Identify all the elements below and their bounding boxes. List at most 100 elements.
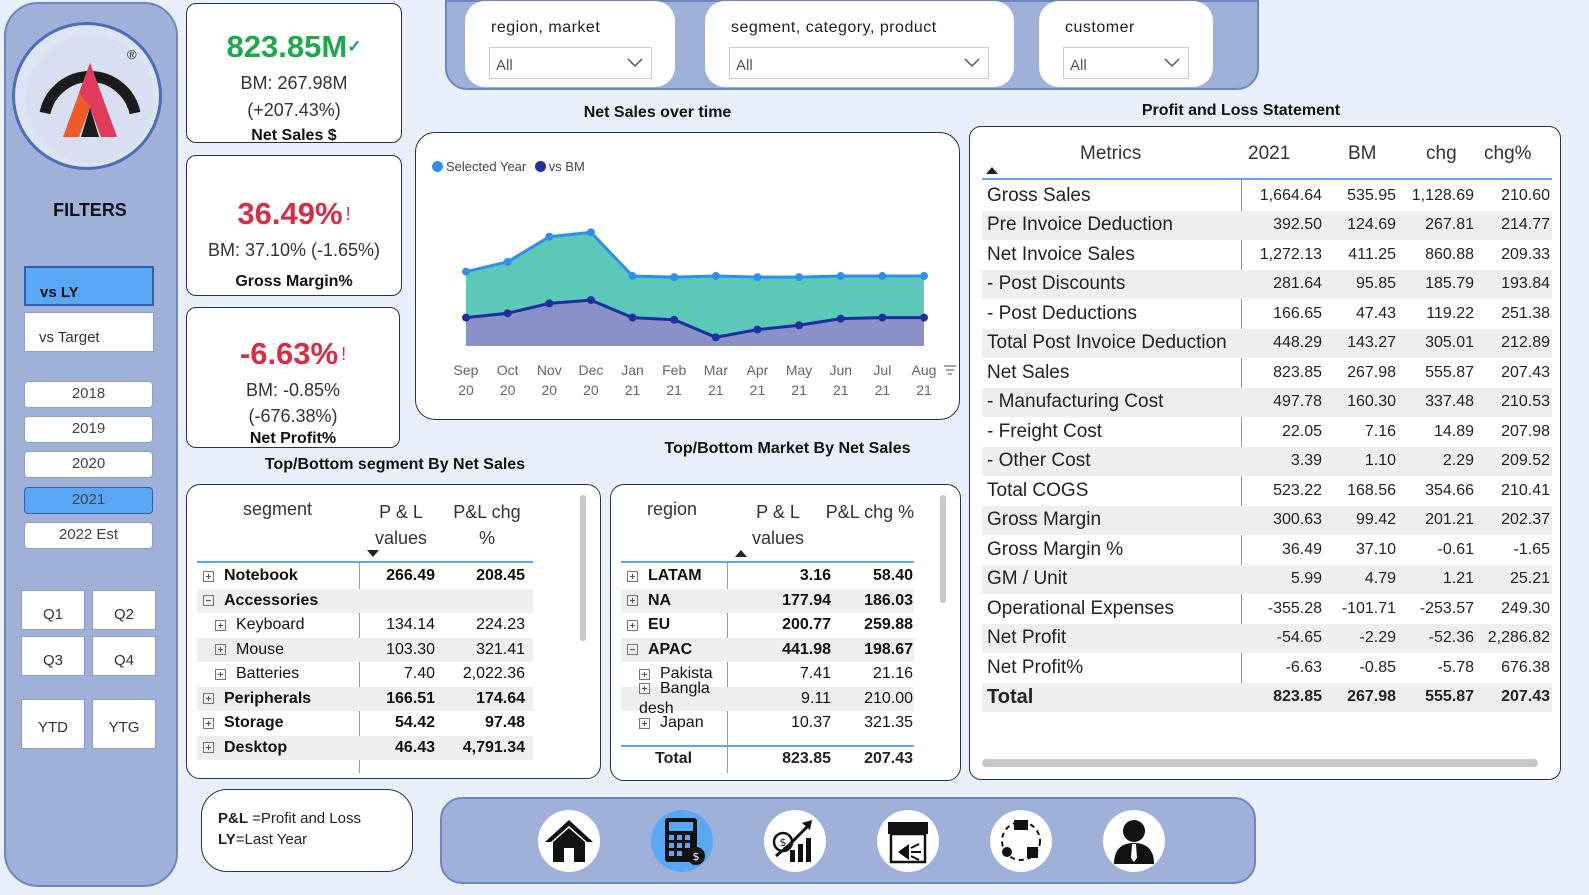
segment-category-product-dropdown[interactable]: All xyxy=(729,47,989,79)
expand-icon[interactable] xyxy=(627,570,638,582)
data-point[interactable] xyxy=(836,272,845,281)
vertical-scrollbar[interactable] xyxy=(940,495,946,603)
data-point[interactable] xyxy=(920,313,928,322)
data-point[interactable] xyxy=(795,321,804,330)
nav-supply-chain-button[interactable] xyxy=(990,810,1052,872)
pl-row[interactable]: Pre Invoice Deduction 392.50 124.69 267.81 2… xyxy=(982,210,1552,240)
table-row[interactable]: Notebook 266.49 208.45 xyxy=(197,564,533,589)
year-2022-est-button[interactable]: 2022 Est xyxy=(24,522,153,549)
region-market-dropdown[interactable]: All xyxy=(489,47,652,79)
table-row[interactable]: Keyboard 134.14 224.23 xyxy=(197,613,533,638)
pl-row[interactable]: Gross Margin 300.63 99.42 201.21 202.37 xyxy=(982,505,1552,535)
col-header-pl-values[interactable]: P & L values xyxy=(368,499,434,551)
expand-icon[interactable] xyxy=(203,693,214,705)
col-header-pl-chg[interactable]: P&L chg % xyxy=(444,499,530,551)
pl-row[interactable]: Operational Expenses -355.28 -101.71 -253.5… xyxy=(982,594,1552,624)
expand-icon[interactable] xyxy=(627,595,638,607)
table-row[interactable]: Peripherals 166.51 174.64 xyxy=(197,686,533,711)
table-row[interactable]: Batteries 7.40 2,022.36 xyxy=(197,662,533,687)
table-row[interactable]: EU 200.77 259.88 xyxy=(621,613,914,638)
nav-executive-button[interactable] xyxy=(1103,810,1165,872)
sort-asc-icon[interactable] xyxy=(735,550,747,558)
pl-row[interactable]: GM / Unit 5.99 4.79 1.21 25.21 xyxy=(982,564,1552,594)
data-point[interactable] xyxy=(586,228,595,237)
col-header-2021[interactable]: 2021 xyxy=(1248,143,1290,165)
quarter-q1-button[interactable]: Q1 xyxy=(21,590,85,630)
expand-icon[interactable] xyxy=(203,570,214,582)
col-header-pl-values[interactable]: P & L values xyxy=(745,499,811,551)
data-point[interactable] xyxy=(545,232,554,241)
pl-row[interactable]: Total 823.85 267.98 555.87 207.43 xyxy=(982,682,1552,712)
compare-vs-target-button[interactable]: vs Target xyxy=(24,312,154,352)
pl-row[interactable]: - Manufacturing Cost 497.78 160.30 337.48 21… xyxy=(982,387,1552,417)
ytg-button[interactable]: YTG xyxy=(92,699,156,749)
expand-icon[interactable] xyxy=(203,717,214,729)
col-header-segment[interactable]: segment xyxy=(243,499,312,520)
pl-row[interactable]: - Freight Cost 22.05 7.16 14.89 207.98 xyxy=(982,417,1552,447)
nav-growth-button[interactable]: $ xyxy=(764,810,826,872)
vertical-scrollbar[interactable] xyxy=(580,495,586,641)
quarter-q2-button[interactable]: Q2 xyxy=(92,590,156,630)
data-point[interactable] xyxy=(462,313,470,322)
pl-row[interactable]: Gross Margin % 36.49 37.10 -0.61 -1.65 xyxy=(982,535,1552,565)
customer-dropdown[interactable]: All xyxy=(1063,47,1189,79)
col-header-region[interactable]: region xyxy=(647,499,697,520)
data-point[interactable] xyxy=(711,333,720,342)
data-point[interactable] xyxy=(920,272,928,281)
pl-row[interactable]: Net Profit -54.65 -2.29 -52.36 2,286.82 xyxy=(982,623,1552,653)
col-header-chg[interactable]: chg xyxy=(1426,143,1457,165)
year-2020-button[interactable]: 2020 xyxy=(24,451,153,478)
table-row[interactable]: Accessories xyxy=(197,588,533,613)
col-header-chg-pct[interactable]: chg% xyxy=(1484,143,1532,165)
data-point[interactable] xyxy=(795,273,804,282)
table-row[interactable]: APAC 441.98 198.67 xyxy=(621,637,914,662)
year-2019-button[interactable]: 2019 xyxy=(24,416,153,443)
quarter-q4-button[interactable]: Q4 xyxy=(92,636,156,676)
data-point[interactable] xyxy=(753,273,762,282)
year-2021-button[interactable]: 2021 xyxy=(24,487,153,514)
expand-icon[interactable] xyxy=(627,619,638,631)
sort-desc-icon[interactable] xyxy=(367,550,379,558)
col-header-bm[interactable]: BM xyxy=(1348,143,1377,165)
table-row[interactable]: Japan 10.37 321.35 xyxy=(621,711,914,736)
pl-row[interactable]: Net Profit% -6.63 -0.85 -5.78 676.38 xyxy=(982,653,1552,683)
compare-vs-ly-button[interactable]: vs LY xyxy=(24,266,154,306)
expand-icon[interactable] xyxy=(203,742,214,754)
table-row[interactable]: LATAM 3.16 58.40 xyxy=(621,564,914,589)
pl-row[interactable]: - Other Cost 3.39 1.10 2.29 209.52 xyxy=(982,446,1552,476)
table-row[interactable]: NA 177.94 186.03 xyxy=(621,588,914,613)
nav-store-button[interactable] xyxy=(877,810,939,872)
data-point[interactable] xyxy=(753,325,762,334)
pl-row[interactable]: - Post Deductions 166.65 47.43 119.22 251.38 xyxy=(982,299,1552,329)
data-point[interactable] xyxy=(878,272,887,281)
table-row[interactable]: Desktop 46.43 4,791.34 xyxy=(197,735,533,760)
data-point[interactable] xyxy=(545,299,554,308)
expand-icon[interactable] xyxy=(639,683,650,695)
pl-row[interactable]: Gross Sales 1,664.64 535.95 1,128.69 210.60 xyxy=(982,181,1552,211)
filter-lines-icon[interactable] xyxy=(943,363,957,377)
table-row[interactable]: Bangla desh 9.11 210.00 xyxy=(621,680,914,717)
data-point[interactable] xyxy=(878,313,887,322)
collapse-icon[interactable] xyxy=(627,644,638,656)
year-2018-button[interactable]: 2018 xyxy=(24,381,153,408)
pl-row[interactable]: Net Invoice Sales 1,272.13 411.25 860.88 209… xyxy=(982,240,1552,270)
data-point[interactable] xyxy=(711,272,720,281)
data-point[interactable] xyxy=(670,315,679,324)
data-point[interactable] xyxy=(503,309,512,318)
sort-asc-icon[interactable] xyxy=(986,167,998,175)
pl-row[interactable]: - Post Discounts 281.64 95.85 185.79 193.84 xyxy=(982,269,1552,299)
data-point[interactable] xyxy=(628,272,637,281)
data-point[interactable] xyxy=(503,257,512,266)
expand-icon[interactable] xyxy=(215,668,226,680)
data-point[interactable] xyxy=(628,313,637,322)
pl-row[interactable]: Net Sales 823.85 267.98 555.87 207.43 xyxy=(982,358,1552,388)
nav-home-button[interactable] xyxy=(538,810,600,872)
table-row[interactable]: Storage 54.42 97.48 xyxy=(197,711,533,736)
col-header-metrics[interactable]: Metrics xyxy=(1080,143,1141,165)
collapse-icon[interactable] xyxy=(203,595,214,607)
ytd-button[interactable]: YTD xyxy=(21,699,85,749)
nav-calculator-button[interactable]: $ xyxy=(651,810,713,872)
col-header-pl-chg[interactable]: P&L chg % xyxy=(825,499,915,525)
horizontal-scrollbar[interactable] xyxy=(982,759,1538,767)
pl-row[interactable]: Total COGS 523.22 168.56 354.66 210.41 xyxy=(982,476,1552,506)
